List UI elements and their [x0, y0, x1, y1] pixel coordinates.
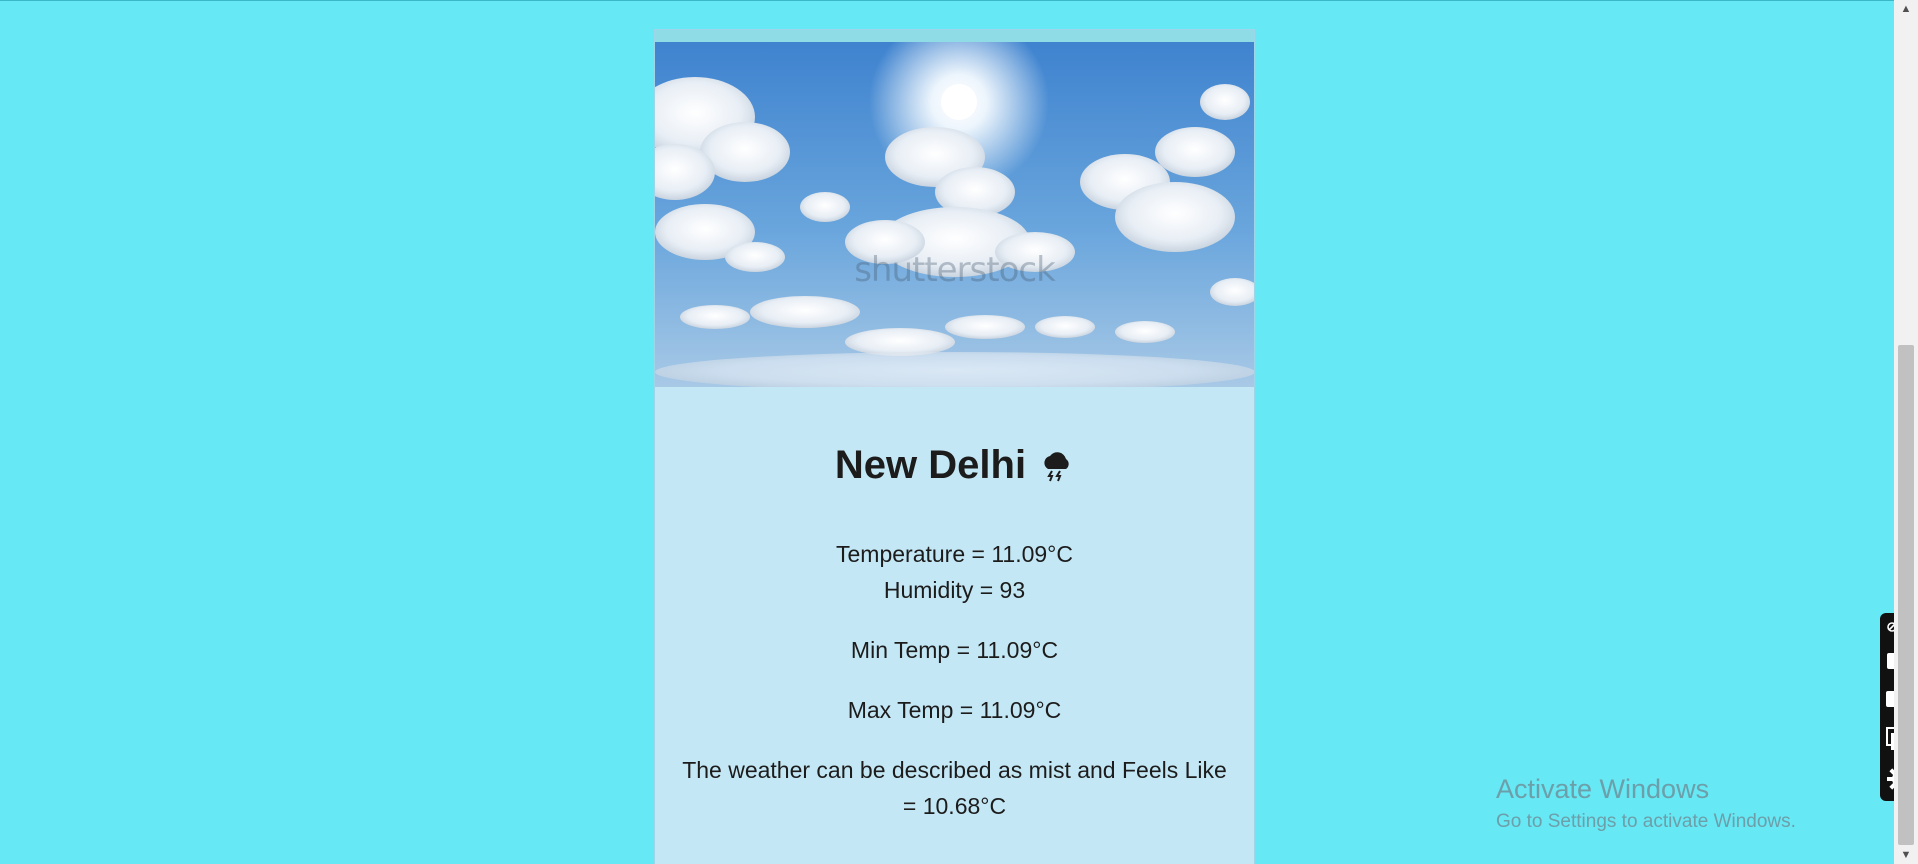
thunderstorm-cloud-icon — [1040, 449, 1074, 483]
weather-details: New Delhi Temperature = 11.09°C Humidity… — [655, 443, 1254, 824]
image-watermark: shutterstock — [854, 250, 1056, 290]
max-temp-text: Max Temp = 11.09°C — [847, 697, 1062, 723]
scrollbar-thumb[interactable] — [1898, 345, 1914, 845]
city-header: New Delhi — [655, 443, 1254, 488]
weather-description: The weather can be described as mist and… — [682, 757, 1227, 819]
top-border — [0, 0, 1894, 1]
sky-image: shutterstock — [655, 42, 1254, 387]
activate-windows-watermark: Activate Windows Go to Settings to activ… — [1496, 774, 1796, 833]
scroll-down-arrow-icon[interactable]: ▼ — [1894, 846, 1918, 864]
temp-humidity-block: Temperature = 11.09°C Humidity = 93 — [655, 536, 1254, 608]
min-temp-text: Min Temp = 11.09°C — [850, 637, 1059, 663]
temperature-text: Temperature = 11.09°C — [836, 541, 1073, 567]
scroll-up-arrow-icon[interactable]: ▲ — [1894, 0, 1918, 18]
card-top-strip — [655, 30, 1254, 42]
activate-windows-subtitle: Go to Settings to activate Windows. — [1496, 811, 1796, 832]
weather-card: shutterstock New Delhi Temperature = 11.… — [654, 29, 1255, 864]
activate-windows-title: Activate Windows — [1496, 774, 1710, 804]
page-scrollbar[interactable]: ▲ ▼ — [1894, 0, 1918, 864]
humidity-text: Humidity = 93 — [883, 577, 1026, 603]
city-name: New Delhi — [834, 443, 1027, 487]
